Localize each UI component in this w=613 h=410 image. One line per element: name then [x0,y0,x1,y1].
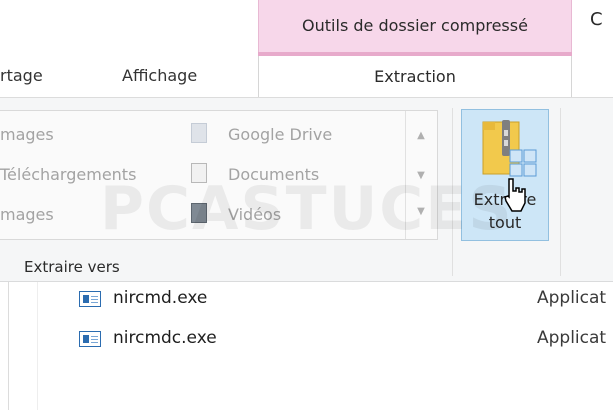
watermark: PCASTUCES [100,174,514,244]
context-tab-title: Outils de dossier compressé [302,16,528,35]
file-type: Applicat [537,328,607,348]
tab-affichage[interactable]: Affichage [122,66,197,85]
window-title-fragment: C [590,9,603,30]
folder-icon [191,123,207,143]
tab-partage[interactable]: rtage [0,66,43,85]
exe-file-icon [79,291,101,307]
gallery-item-images[interactable]: mages [0,125,54,144]
exe-file-icon [79,331,101,347]
file-type: Applicat [537,288,607,308]
navigation-pane-divider [37,282,38,410]
file-name[interactable]: nircmdc.exe [113,328,217,348]
group-separator-2 [560,108,561,276]
scroll-up-icon[interactable]: ▲ [413,130,429,141]
file-name[interactable]: nircmd.exe [113,288,207,308]
navigation-pane-edge [8,282,9,410]
gallery-item-images-2[interactable]: mages [0,205,54,224]
gallery-item-google-drive[interactable]: Google Drive [228,125,332,144]
tab-extraction-label[interactable]: Extraction [258,67,572,86]
group-label-extraire-vers: Extraire vers [24,258,120,276]
